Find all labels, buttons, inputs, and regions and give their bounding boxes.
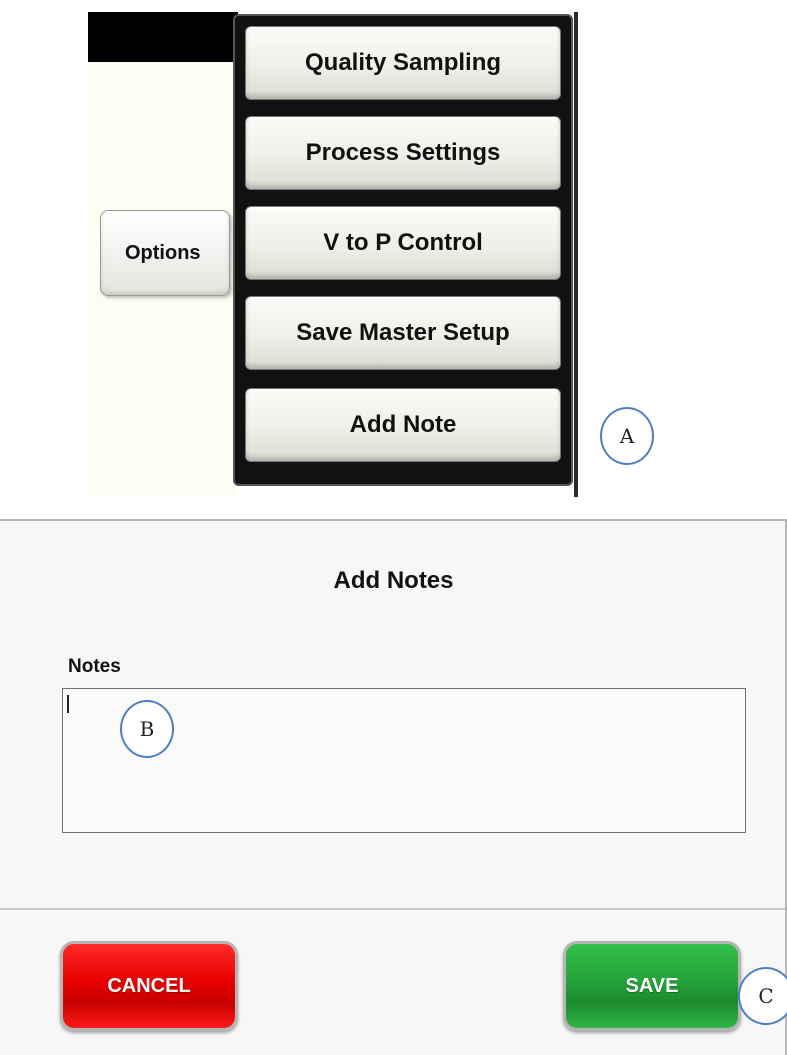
callout-c: C [738,967,787,1025]
menu-item-label: V to P Control [323,229,483,256]
menu-item-label: Save Master Setup [296,319,510,346]
cancel-button-label: CANCEL [107,974,191,997]
menu-item-label: Quality Sampling [304,49,502,76]
quality-sampling-button[interactable]: Quality Sampling [245,26,561,100]
text-caret [67,695,69,713]
callout-b-label: B [139,717,155,741]
save-button[interactable]: SAVE [563,941,741,1031]
save-button-label: SAVE [625,974,679,997]
options-button[interactable]: Options [100,210,230,296]
panel-edge [574,12,578,497]
dialog-title: Add Notes [333,567,454,594]
menu-item-label: Add Note [349,411,457,438]
dialog-divider [0,908,785,910]
save-master-setup-button[interactable]: Save Master Setup [245,296,561,370]
callout-a: A [600,407,654,465]
callout-b: B [120,700,174,758]
notes-label: Notes [68,656,121,677]
options-dropdown-menu: Quality Sampling Process Settings V to P… [233,14,573,486]
cancel-button[interactable]: CANCEL [60,941,238,1031]
header-bar [88,12,238,62]
add-notes-dialog: Add Notes Notes CANCEL SAVE [0,519,787,1055]
add-note-button[interactable]: Add Note [245,388,561,462]
v-to-p-control-button[interactable]: V to P Control [245,206,561,280]
process-settings-button[interactable]: Process Settings [245,116,561,190]
options-menu-panel: Options Quality Sampling Process Setting… [88,0,578,497]
callout-a-label: A [619,424,635,448]
callout-c-label: C [758,984,774,1008]
menu-item-label: Process Settings [305,139,501,166]
options-button-label: Options [125,241,201,264]
